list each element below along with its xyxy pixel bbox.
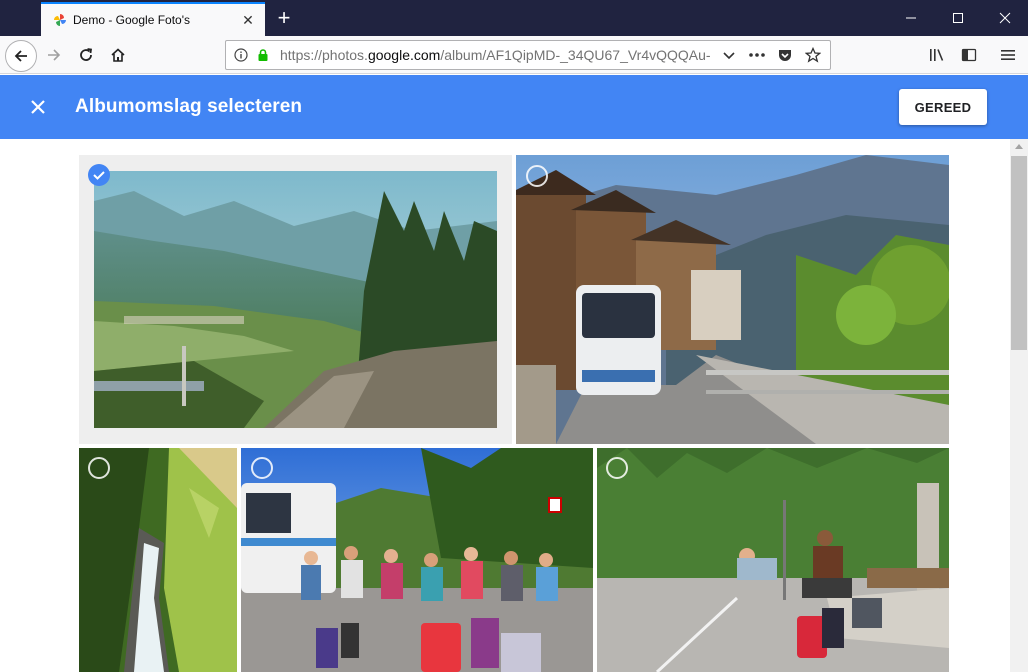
- home-icon[interactable]: [103, 40, 133, 70]
- library-icon[interactable]: [922, 40, 952, 70]
- back-icon[interactable]: [5, 40, 37, 72]
- info-icon[interactable]: [230, 44, 252, 66]
- url-text[interactable]: https://photos.google.com/album/AF1QipMD…: [280, 47, 712, 63]
- close-tab-icon[interactable]: ✕: [237, 9, 259, 31]
- sidebar-icon[interactable]: [954, 40, 984, 70]
- unselected-circle-icon[interactable]: [88, 457, 110, 479]
- maximize-icon[interactable]: [935, 0, 981, 36]
- done-button[interactable]: GEREED: [899, 89, 987, 125]
- tab-title: Demo - Google Foto's: [73, 13, 191, 27]
- page-title: Albumomslag selecteren: [75, 96, 303, 117]
- photo-tile-5[interactable]: [597, 448, 949, 672]
- navigation-bar: https://photos.google.com/album/AF1QipMD…: [0, 36, 1028, 74]
- photo-waterfall: [79, 448, 237, 672]
- address-bar[interactable]: https://photos.google.com/album/AF1QipMD…: [225, 40, 831, 70]
- chevron-down-icon[interactable]: [718, 44, 740, 66]
- lock-icon: [252, 44, 274, 66]
- unselected-circle-icon[interactable]: [606, 457, 628, 479]
- close-window-icon[interactable]: [982, 0, 1028, 36]
- more-actions-icon[interactable]: [746, 44, 768, 66]
- minimize-icon[interactable]: [888, 0, 934, 36]
- photo-group-luggage: [241, 448, 593, 672]
- tab-bar: Demo - Google Foto's ✕ +: [0, 0, 1028, 36]
- scrollbar-thumb[interactable]: [1011, 156, 1027, 350]
- reload-icon[interactable]: [71, 40, 101, 70]
- pocket-icon[interactable]: [774, 44, 796, 66]
- close-icon[interactable]: [26, 95, 50, 119]
- photo-tile-2[interactable]: [516, 155, 949, 444]
- unselected-circle-icon[interactable]: [526, 165, 548, 187]
- menu-icon[interactable]: [993, 40, 1023, 70]
- scrollbar[interactable]: [1010, 139, 1028, 672]
- photo-grid: [0, 139, 1010, 672]
- unselected-circle-icon[interactable]: [251, 457, 273, 479]
- forward-icon[interactable]: [39, 40, 69, 70]
- photo-bus-village: [516, 155, 949, 444]
- photo-parking-rest: [597, 448, 949, 672]
- photo-tile-1[interactable]: [79, 155, 512, 444]
- tab-active[interactable]: Demo - Google Foto's ✕: [41, 2, 265, 36]
- app-header: Albumomslag selecteren: [0, 75, 1028, 139]
- scroll-up-arrow-icon[interactable]: [1015, 144, 1023, 149]
- selected-check-icon[interactable]: [88, 164, 110, 186]
- new-tab-icon[interactable]: +: [270, 4, 298, 32]
- photo-tile-3[interactable]: [79, 448, 237, 672]
- bookmark-star-icon[interactable]: [802, 44, 824, 66]
- google-photos-icon: [53, 13, 67, 27]
- photo-valley-trail: [94, 171, 497, 428]
- photo-tile-4[interactable]: [241, 448, 593, 672]
